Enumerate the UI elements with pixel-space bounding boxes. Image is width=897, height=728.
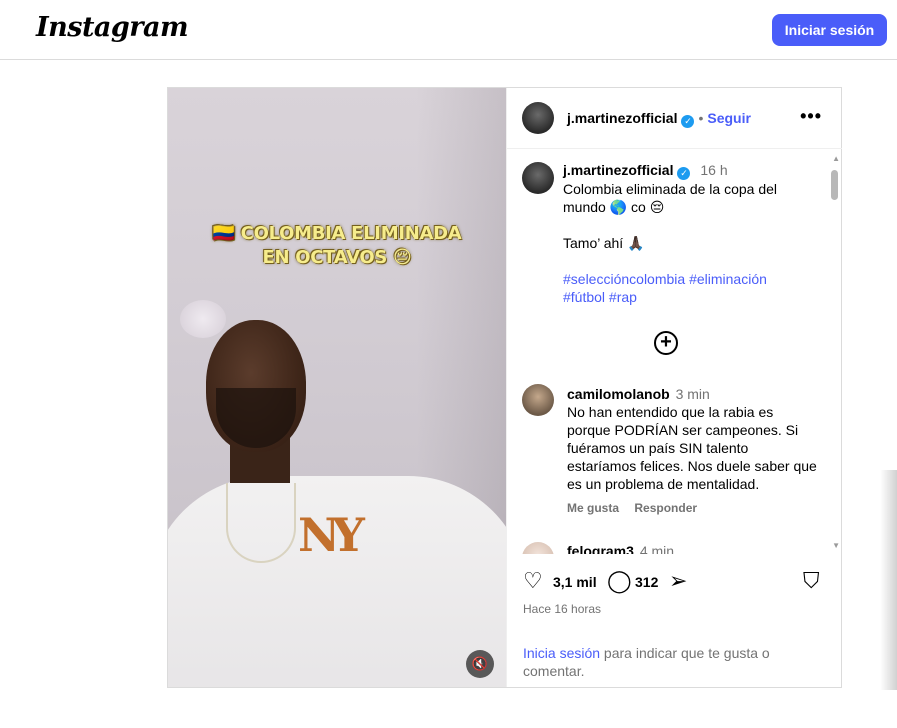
comment-line: No han entendido que la rabia es <box>567 404 774 420</box>
comment-username[interactable]: felogram3 <box>567 543 634 554</box>
caption: j.martinezofficial ✓ 16 h Colombia elimin… <box>563 161 813 306</box>
comment-line: porque PODRÍAN ser campeones. Si <box>567 422 799 438</box>
author-avatar[interactable] <box>522 102 554 134</box>
login-link[interactable]: Inicia sesión <box>523 645 600 661</box>
comment-item: camilomolanob 3 min No han entendido que… <box>567 385 819 515</box>
comment-reply-button[interactable]: Responder <box>634 501 697 515</box>
scroll-down-arrow-icon[interactable]: ▼ <box>832 541 840 550</box>
comment-icon[interactable]: ◯ <box>607 570 632 592</box>
person-chain <box>226 483 296 563</box>
comments-scrollbar[interactable]: ▲ ▼ <box>831 154 840 550</box>
caption-time: 16 h <box>700 162 728 178</box>
verified-badge-icon: ✓ <box>681 115 695 128</box>
login-button[interactable]: Iniciar sesión <box>772 14 887 46</box>
comment-time: 3 min <box>675 386 710 402</box>
separator: • <box>698 110 704 126</box>
comment-line: es un problema de mentalidad. <box>567 476 760 492</box>
video-overlay-text: 🇨🇴 COLOMBIA ELIMINADA EN OCTAVOS 😔 <box>168 222 506 270</box>
login-prompt: Inicia sesión para indicar que te gusta … <box>523 644 783 680</box>
verified-badge-icon: ✓ <box>677 167 691 180</box>
caption-line-2: mundo 🌎 co 😔 <box>563 199 665 215</box>
overlay-line-2: EN OCTAVOS 😔 <box>262 247 412 268</box>
caption-line-1: Colombia eliminada de la copa del <box>563 181 778 197</box>
scroll-thumb[interactable] <box>831 170 838 200</box>
post-header: j.martinezofficial ✓ • Seguir ••• <box>507 88 842 149</box>
author-username[interactable]: j.martinezofficial <box>567 110 677 126</box>
more-options-icon[interactable]: ••• <box>800 106 822 127</box>
comment-time: 4 min <box>639 543 675 554</box>
top-bar: Instagram Iniciar sesión <box>0 0 897 60</box>
comment-avatar[interactable] <box>522 384 554 416</box>
caption-hashtags-2[interactable]: #fútbol #rap <box>563 288 813 306</box>
post-header-meta: j.martinezofficial ✓ • Seguir <box>567 110 751 128</box>
caption-hashtags-1[interactable]: #seleccióncolombia #eliminación <box>563 270 813 288</box>
like-count[interactable]: 3,1 mil <box>553 574 597 590</box>
comment-avatar[interactable] <box>522 542 554 554</box>
comment-username[interactable]: camilomolanob <box>567 386 670 402</box>
speaker-muted-icon[interactable]: 🔇 <box>466 650 494 678</box>
post-sidebar: j.martinezofficial ✓ • Seguir ••• j.martine… <box>506 88 842 687</box>
shirt-logo: NY <box>298 508 365 562</box>
comment-line: fuéramos un país SIN talento <box>567 440 749 456</box>
comments-section[interactable]: j.martinezofficial ✓ 16 h Colombia elimin… <box>507 150 842 554</box>
bookmark-icon[interactable]: ⛉ <box>803 570 820 592</box>
post-container: 🇨🇴 COLOMBIA ELIMINADA EN OCTAVOS 😔 NY 🔇 … <box>167 87 842 688</box>
paper-plane-icon[interactable]: ➢ <box>669 570 687 592</box>
scroll-up-arrow-icon[interactable]: ▲ <box>832 154 840 163</box>
caption-avatar[interactable] <box>522 162 554 194</box>
follow-button[interactable]: Seguir <box>707 110 751 126</box>
caption-line-3: Tamo’ ahí 🙏🏿 <box>563 235 645 251</box>
wall-lamp <box>180 300 226 338</box>
comment-like-button[interactable]: Me gusta <box>567 501 619 515</box>
comment-item: felogram3 4 min <box>567 542 819 554</box>
instagram-logo[interactable]: Instagram <box>36 12 189 43</box>
caption-username[interactable]: j.martinezofficial <box>563 162 673 178</box>
post-time: Hace 16 horas <box>523 602 602 616</box>
post-video[interactable]: 🇨🇴 COLOMBIA ELIMINADA EN OCTAVOS 😔 NY 🔇 <box>168 88 506 687</box>
comment-count[interactable]: 312 <box>635 574 658 590</box>
overlay-line-1: 🇨🇴 COLOMBIA ELIMINADA <box>212 223 462 244</box>
page-edge-shadow <box>880 470 897 690</box>
heart-icon[interactable]: ♡ <box>523 570 543 592</box>
comment-line: estaríamos felices. Nos duele saber que <box>567 458 817 474</box>
plus-circle-icon[interactable]: + <box>654 331 678 355</box>
